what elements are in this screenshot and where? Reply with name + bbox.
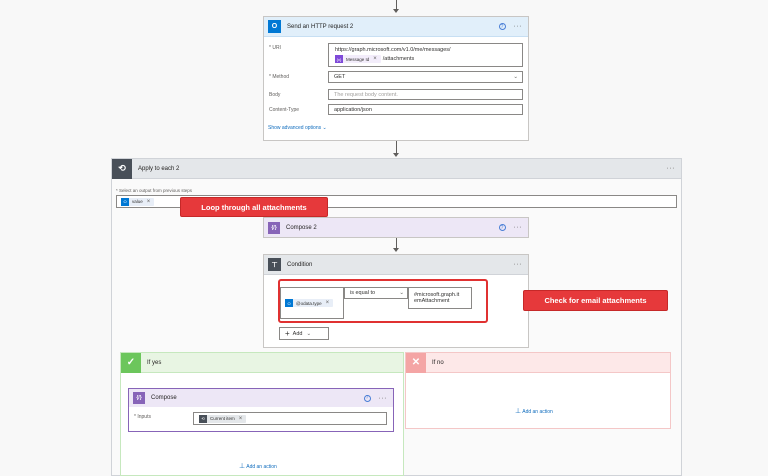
show-advanced-options-link[interactable]: Show advanced options ⌄ — [268, 125, 327, 131]
help-icon[interactable]: ? — [498, 23, 506, 30]
condition-highlight-box — [278, 279, 488, 323]
select-output-label: * Select an output from previous steps — [116, 188, 193, 193]
value-token[interactable]: Ovalue × — [121, 197, 155, 206]
http-request-title: Send an HTTP request 2 — [287, 23, 354, 30]
compose-2-header[interactable]: {/} Compose 2 ? ··· — [264, 218, 528, 237]
more-options-icon[interactable]: ··· — [514, 23, 523, 30]
loop-icon: ⟲ — [199, 414, 207, 423]
message-id-token-label: Message Id — [346, 56, 370, 62]
if-yes-title: If yes — [147, 359, 162, 366]
remove-token-icon[interactable]: × — [147, 199, 151, 205]
compose-inputs-label: * Inputs — [134, 414, 151, 420]
remove-token-icon[interactable]: × — [239, 416, 243, 422]
method-value: GET — [334, 74, 346, 80]
current-item-token[interactable]: ⟲ Current item × — [199, 414, 247, 423]
body-input[interactable]: The request body content. — [328, 89, 523, 100]
value-token-label: value — [132, 199, 143, 204]
plus-icon: + — [285, 329, 290, 338]
outlook-icon: O — [268, 20, 281, 33]
if-no-add-action-label: Add an action — [522, 409, 553, 415]
outlook-icon: O — [121, 197, 129, 206]
if-yes-add-action-label: Add an action — [246, 464, 277, 470]
if-no-add-action[interactable]: ⊥ Add an action — [515, 407, 553, 415]
connector-arrow-icon — [393, 153, 399, 157]
current-item-token-label: Current item — [210, 416, 235, 421]
show-advanced-label: Show advanced options — [268, 125, 322, 131]
body-label: Body — [269, 92, 281, 98]
uri-field[interactable]: https://graph.microsoft.com/v1.0/me/mess… — [328, 43, 523, 67]
apply-to-each-title: Apply to each 2 — [138, 165, 180, 172]
more-options-icon[interactable]: ··· — [667, 165, 676, 172]
loop-callout: Loop through all attachments — [180, 197, 328, 217]
compose-header[interactable]: {/} Compose ? ··· — [129, 389, 393, 407]
add-action-icon: ⊥ — [515, 408, 522, 415]
chevron-down-icon: ⌄ — [322, 125, 327, 131]
if-no-title: If no — [432, 359, 444, 366]
check-icon: ✓ — [121, 352, 141, 373]
more-options-icon[interactable]: ··· — [514, 224, 523, 231]
loop-icon: ⟲ — [112, 158, 132, 179]
content-type-input[interactable]: application/json — [328, 104, 523, 115]
compose-icon: {/} — [268, 221, 280, 234]
add-action-icon: ⊥ — [239, 463, 246, 470]
close-icon: ✕ — [406, 352, 426, 373]
method-select[interactable]: GET ⌄ — [328, 71, 523, 83]
if-yes-header[interactable]: ✓ If yes — [121, 352, 403, 373]
add-condition-label: Add — [292, 330, 303, 337]
chevron-down-icon: ⌄ — [306, 330, 312, 337]
add-condition-button[interactable]: + Add ⌄ — [279, 327, 329, 340]
condition-header[interactable]: ⊤ Condition ··· — [264, 255, 528, 275]
content-type-label: Content-Type — [269, 107, 300, 113]
connector-arrow-icon — [393, 248, 399, 252]
email-callout: Check for email attachments — [523, 290, 668, 311]
connector-arrow-icon — [393, 9, 399, 13]
uri-value: https://graph.microsoft.com/v1.0/me/mess… — [335, 47, 451, 53]
http-request-card: O Send an HTTP request 2 ? ··· * URI htt… — [263, 16, 529, 141]
condition-card: ⊤ Condition ··· O @odata.type × is equal t… — [263, 254, 529, 348]
compose-icon: {/} — [133, 392, 145, 404]
chevron-down-icon: ⌄ — [513, 74, 518, 80]
remove-token-icon[interactable]: × — [373, 56, 377, 62]
compose-2-card[interactable]: {/} Compose 2 ? ··· — [263, 217, 529, 238]
expression-icon: {x} — [335, 55, 343, 63]
condition-icon: ⊤ — [268, 258, 281, 271]
condition-title: Condition — [287, 261, 313, 268]
if-no-header[interactable]: ✕ If no — [406, 352, 670, 373]
compose-card: {/} Compose ? ··· * Inputs ⟲ Current item… — [128, 388, 394, 432]
apply-to-each-header[interactable]: ⟲ Apply to each 2 ··· — [112, 158, 681, 179]
compose-2-title: Compose 2 — [286, 224, 317, 231]
help-icon[interactable]: ? — [363, 394, 371, 402]
compose-title: Compose — [151, 395, 177, 401]
more-options-icon[interactable]: ··· — [514, 261, 523, 268]
body-placeholder: The request body content. — [334, 91, 398, 98]
uri-suffix: /attachments — [382, 56, 415, 62]
more-options-icon[interactable]: ··· — [379, 395, 388, 402]
uri-label: * URI — [269, 45, 281, 51]
content-type-value: application/json — [334, 106, 372, 113]
message-id-token[interactable]: {x} Message Id × — [335, 55, 381, 63]
if-yes-add-action[interactable]: ⊥ Add an action — [239, 462, 277, 470]
if-no-branch: ✕ If no ⊥ Add an action — [405, 352, 671, 429]
compose-inputs-field[interactable]: ⟲ Current item × — [193, 412, 387, 425]
help-icon[interactable]: ? — [498, 224, 506, 231]
http-request-header[interactable]: O Send an HTTP request 2 ? ··· — [264, 17, 528, 37]
method-label: * Method — [269, 74, 290, 80]
